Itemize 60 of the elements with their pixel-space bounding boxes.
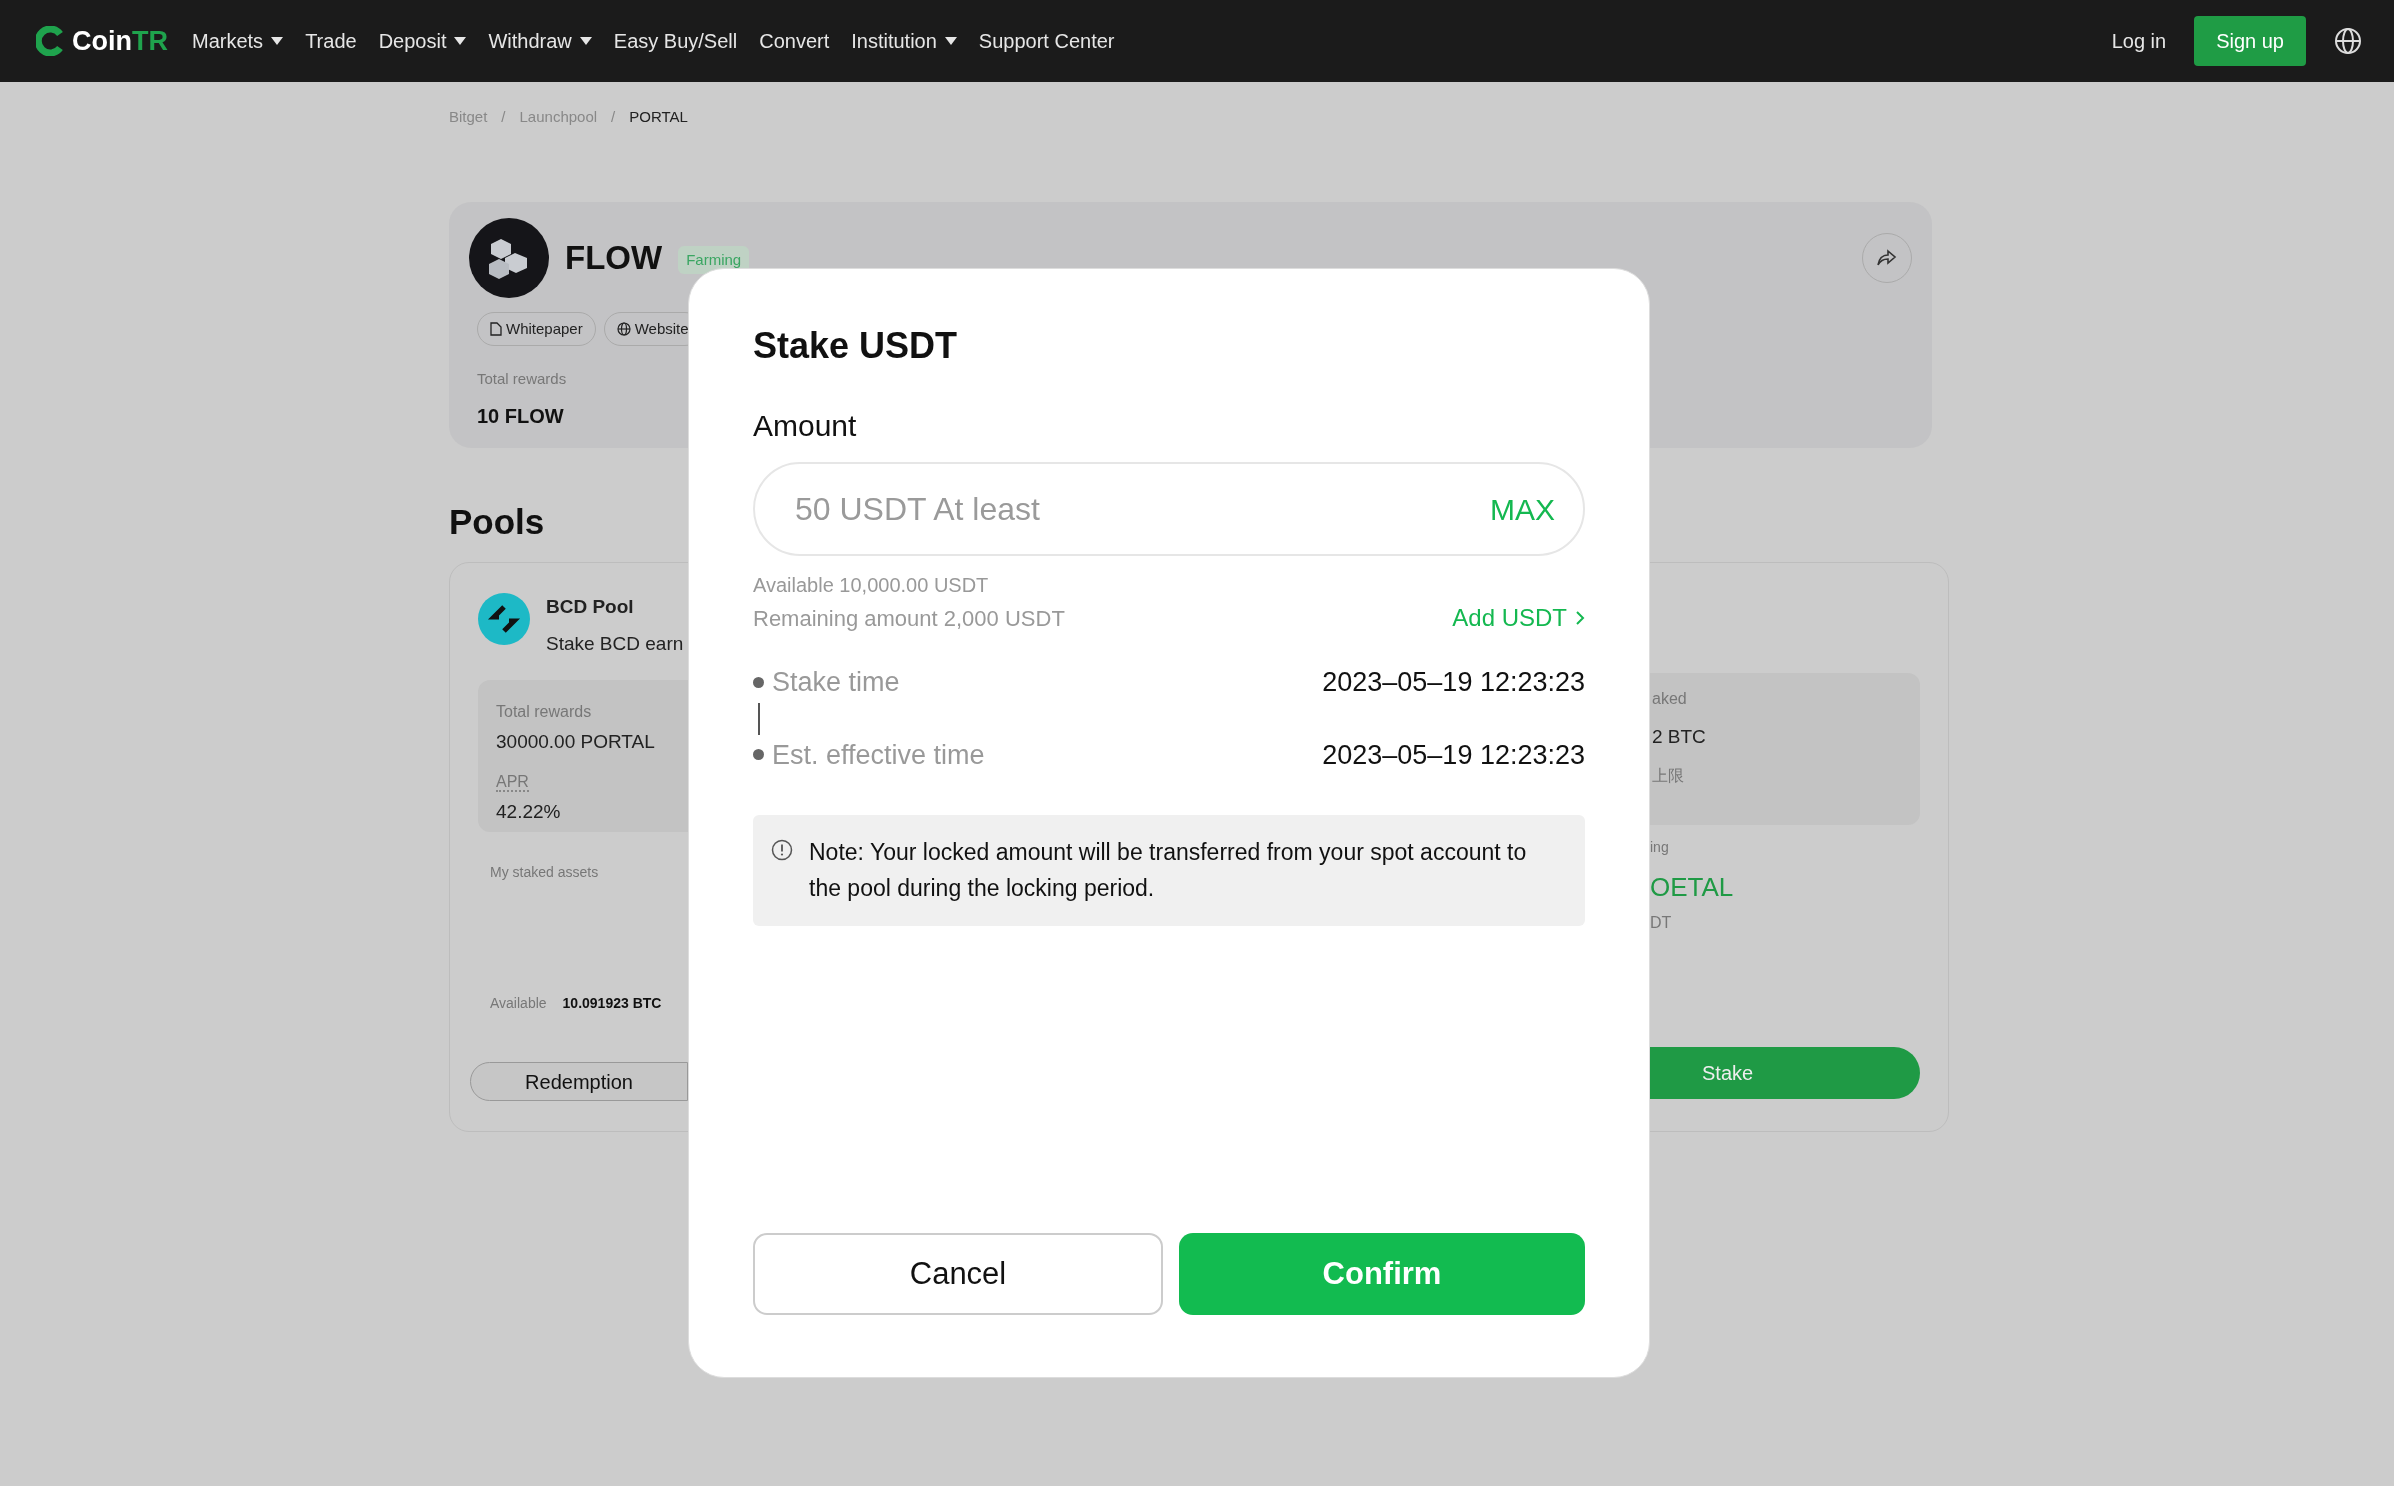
document-icon	[490, 321, 502, 336]
signup-button[interactable]: Sign up	[2194, 16, 2306, 66]
amount-label: Amount	[753, 408, 858, 444]
timeline-label: Stake time	[772, 666, 900, 699]
caret-icon	[944, 37, 957, 45]
breadcrumb-separator: /	[611, 107, 616, 127]
login-link[interactable]: Log in	[2111, 26, 2167, 56]
pool-subtitle: Stake BCD earn	[546, 631, 684, 656]
timeline-dot	[753, 676, 764, 688]
nav-menu-item[interactable]: Markets	[192, 26, 284, 56]
timeline-dot	[753, 749, 764, 761]
logo-icon	[36, 26, 64, 56]
apr-value: 42.22%	[496, 799, 562, 824]
staked-assets-label: My staked assets	[490, 863, 600, 882]
timeline-connector	[758, 702, 760, 735]
remaining-label: ing	[1650, 838, 1670, 857]
total-rewards-label: Total rewards	[477, 369, 567, 389]
remaining-value: OETAL	[1650, 871, 1735, 904]
nav-menu-item[interactable]: Trade	[305, 26, 357, 56]
total-rewards-value: 10 FLOW	[477, 403, 564, 429]
cancel-button[interactable]: Cancel	[753, 1233, 1163, 1315]
stat-text: 2 BTC	[1652, 725, 1707, 749]
caret-icon	[579, 37, 592, 45]
breadcrumb-separator: /	[501, 107, 506, 127]
share-icon	[1877, 248, 1897, 267]
breadcrumb-link[interactable]: PORTAL	[629, 106, 688, 129]
apr-label: APR	[496, 772, 529, 793]
stat-value: 30000.00 PORTAL	[496, 730, 656, 754]
redemption-button[interactable]: Redemption	[470, 1062, 688, 1101]
nav-menu-item[interactable]: Convert	[759, 26, 830, 56]
cubes-logo-icon	[469, 217, 549, 298]
available-value: 10.091923 BTC	[562, 994, 662, 1013]
modal-title: Stake USDT	[753, 324, 959, 368]
remaining-unit: DT	[1650, 913, 1673, 933]
pool-name: BCD Pool	[546, 595, 635, 619]
timeline-label: Est. effective time	[772, 738, 985, 772]
available-balance: Available 10,000.00 USDT	[753, 574, 989, 596]
globe-icon	[616, 321, 631, 336]
logo[interactable]: CoinTR	[36, 20, 168, 62]
section-title: Pools	[449, 500, 545, 543]
nav-menu-item[interactable]: Withdraw	[488, 26, 592, 56]
nav-menu-item[interactable]: Deposit	[378, 26, 467, 56]
remaining-amount: Remaining amount 2,000 USDT	[753, 604, 1065, 633]
project-name: FLOW	[565, 237, 663, 278]
caret-icon	[271, 37, 284, 45]
caret-icon	[454, 37, 467, 45]
timeline-value: 2023–05–19 12:23:23	[1322, 738, 1585, 772]
globe-icon[interactable]	[2334, 27, 2362, 55]
chevron-right-icon	[1575, 610, 1585, 626]
timeline-value: 2023–05–19 12:23:23	[1322, 666, 1585, 699]
nav-menu-item[interactable]: Easy Buy/Sell	[613, 26, 738, 56]
nav-menu-item[interactable]: Institution	[851, 26, 957, 56]
stat-label: Total rewards	[496, 702, 593, 722]
available-label: Available	[490, 994, 547, 1013]
stat-text: 上限	[1652, 765, 1685, 786]
nav-menu-item[interactable]: Support Center	[978, 26, 1115, 56]
arrows-logo-icon	[478, 593, 530, 645]
info-icon	[771, 839, 793, 861]
stat-text: aked	[1652, 689, 1688, 709]
note-text: Note: Your locked amount will be transferred from your spot account to the pool during the locking period.	[809, 838, 1528, 903]
